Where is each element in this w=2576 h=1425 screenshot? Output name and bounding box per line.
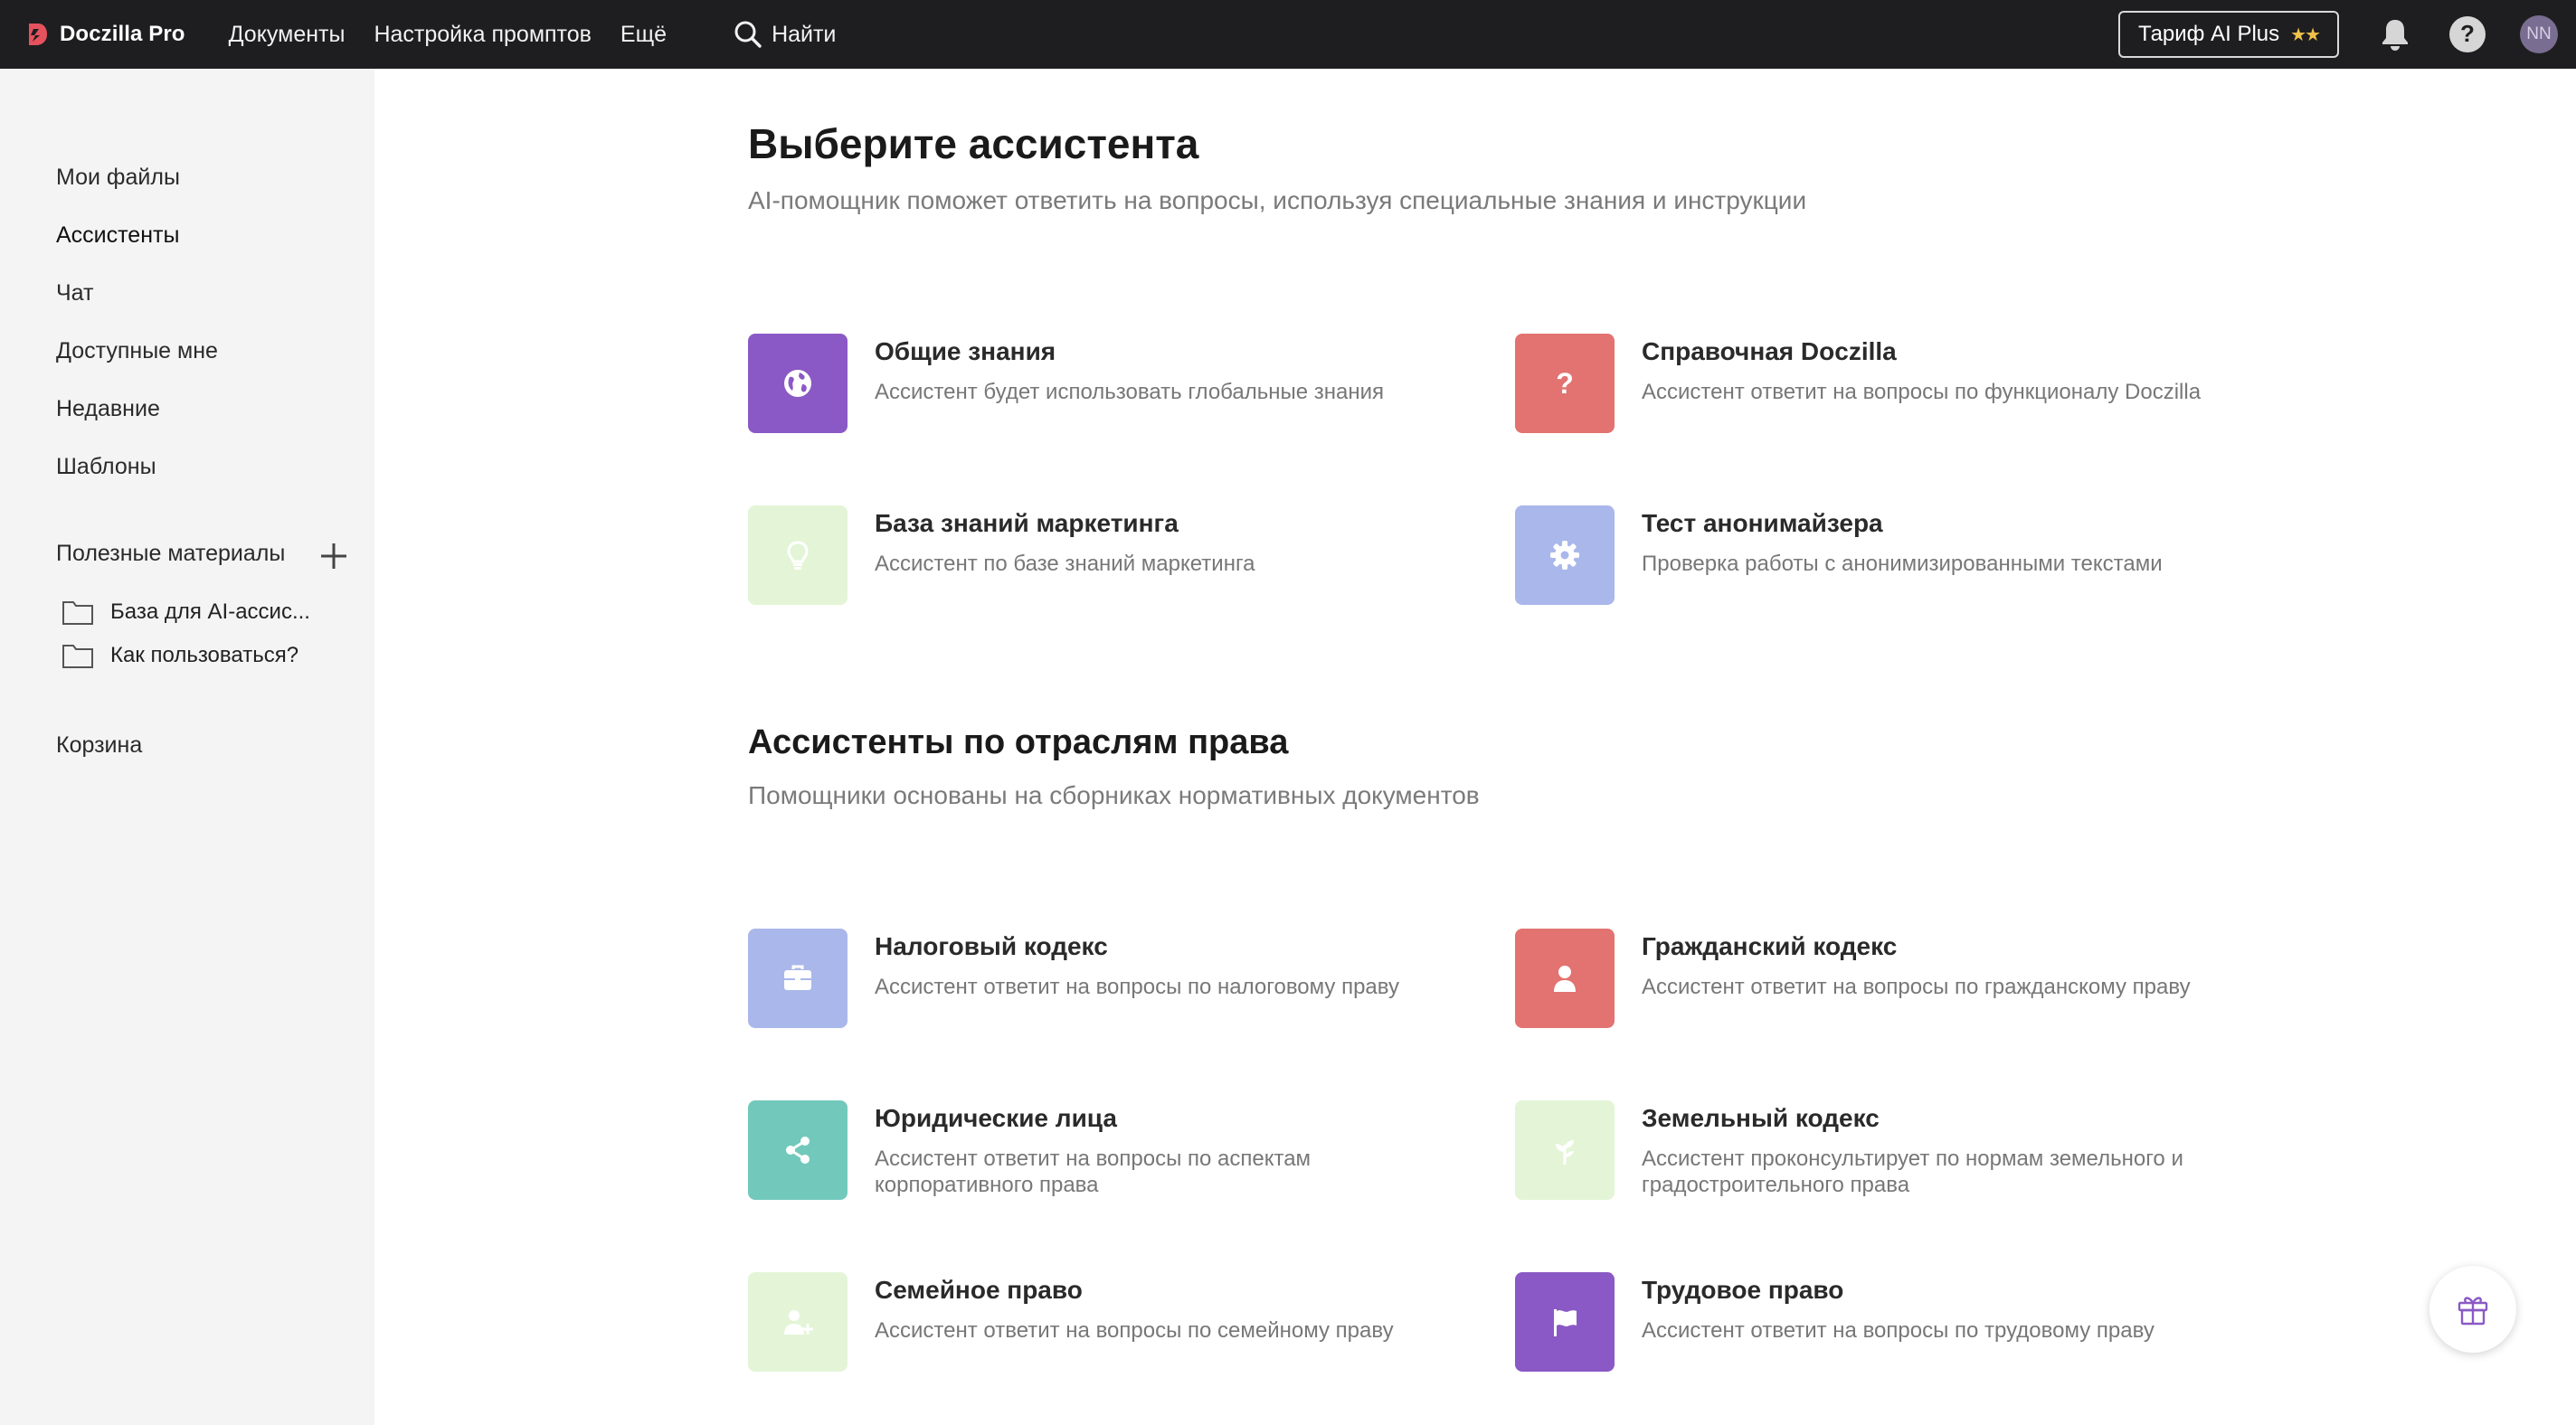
person-icon — [1554, 966, 1576, 992]
card-title: Справочная Doczilla — [1642, 337, 1897, 365]
gift-button[interactable] — [2429, 1266, 2516, 1353]
card-description: Ассистент ответит на вопросы по семейном… — [875, 1318, 1394, 1343]
card-icon-box — [748, 929, 848, 1028]
card-description: Ассистент ответит на вопросы по налогово… — [875, 975, 1399, 999]
sidebar-item-recent[interactable]: Недавние — [56, 396, 160, 422]
share-icon — [786, 1137, 810, 1164]
card-icon-box — [748, 334, 848, 433]
briefcase-icon — [784, 965, 811, 990]
card-description: Ассистент ответит на вопросы по функцион… — [1642, 380, 2202, 404]
add-user-icon — [784, 1310, 813, 1335]
assistant-card-labor-law[interactable]: Трудовое право Ассистент ответит на вопр… — [1515, 1272, 2239, 1381]
top-nav: Документы Настройка промптов Ещё — [229, 22, 696, 48]
card-description: Ассистент будет использовать глобальные … — [875, 380, 1384, 404]
sidebar-item-my-files[interactable]: Мои файлы — [56, 165, 180, 191]
search-button[interactable]: Найти — [732, 18, 836, 51]
add-folder-icon[interactable] — [318, 541, 349, 571]
sidebar-useful-materials[interactable]: Полезные материалы — [56, 541, 285, 567]
sidebar-item-assistants[interactable]: Ассистенты — [56, 222, 179, 249]
card-title: Общие знания — [875, 337, 1056, 365]
card-title: Земельный кодекс — [1642, 1104, 1880, 1132]
section-title-law: Ассистенты по отраслям права — [748, 723, 1289, 761]
avatar[interactable]: NN — [2520, 15, 2558, 53]
tariff-button[interactable]: Тариф AI Plus ★★ — [2118, 11, 2339, 58]
card-title: Тест анонимайзера — [1642, 509, 1883, 537]
tariff-stars: ★★ — [2290, 24, 2321, 45]
card-icon-box — [1515, 1272, 1615, 1372]
main-content: Выберите ассистента AI-помощник поможет … — [374, 69, 2576, 1425]
assistant-card-civil-code[interactable]: Гражданский кодекс Ассистент ответит на … — [1515, 929, 2239, 1037]
card-icon-box — [748, 1100, 848, 1200]
tariff-label: Тариф AI Plus — [2138, 22, 2280, 46]
search-icon — [734, 21, 762, 48]
card-title: Гражданский кодекс — [1642, 932, 1898, 960]
page-title: Выберите ассистента — [748, 120, 1199, 167]
gear-icon — [1550, 541, 1579, 570]
bell-icon[interactable] — [2377, 16, 2413, 52]
folder-icon — [62, 645, 93, 668]
sidebar-item-chat[interactable]: Чат — [56, 280, 93, 307]
assistant-card-marketing[interactable]: База знаний маркетинга Ассистент по базе… — [748, 505, 1472, 614]
svg-text:?: ? — [1556, 367, 1574, 400]
question-icon: ? — [1556, 367, 1574, 400]
card-icon-box — [748, 505, 848, 605]
card-description: Ассистент по базе знаний маркетинга — [875, 552, 1255, 576]
assistant-card-anonymizer[interactable]: Тест анонимайзера Проверка работы с анон… — [1515, 505, 2239, 614]
card-title: Налоговый кодекс — [875, 932, 1108, 960]
card-icon-box — [1515, 1100, 1615, 1200]
nav-documents[interactable]: Документы — [229, 22, 346, 48]
sidebar-item-trash[interactable]: Корзина — [56, 732, 142, 759]
flag-icon — [1554, 1309, 1577, 1336]
sidebar: Мои файлы Ассистенты Чат Доступные мне Н… — [0, 69, 374, 1425]
page-subtitle: AI-помощник поможет ответить на вопросы,… — [748, 186, 1807, 214]
help-icon[interactable]: ? — [2448, 14, 2487, 54]
assistant-card-general-knowledge[interactable]: Общие знания Ассистент будет использоват… — [748, 334, 1472, 442]
nav-more[interactable]: Ещё — [620, 22, 667, 48]
sprout-icon — [1556, 1140, 1574, 1165]
card-description: Ассистент проконсультирует по нормам зем… — [1642, 1147, 2183, 1197]
card-description: Проверка работы с анонимизированными тек… — [1642, 552, 2163, 576]
card-description: Ассистент ответит на вопросы по гражданс… — [1642, 975, 2191, 999]
brand[interactable]: Doczilla Pro — [25, 21, 185, 48]
assistant-card-tax-code[interactable]: Налоговый кодекс Ассистент ответит на во… — [748, 929, 1472, 1037]
card-title: Семейное право — [875, 1276, 1083, 1304]
assistant-card-family-law[interactable]: Семейное право Ассистент ответит на вопр… — [748, 1272, 1472, 1381]
top-right-controls: Тариф AI Plus ★★ ? NN — [2118, 0, 2576, 69]
folder-label: Как пользоваться? — [110, 643, 299, 667]
doczilla-logo-icon — [29, 24, 47, 45]
assistant-card-legal-entities[interactable]: Юридические лица Ассистент ответит на во… — [748, 1100, 1472, 1209]
folder-how-to-use[interactable]: Как пользоваться? — [62, 642, 298, 669]
svg-text:?: ? — [2460, 20, 2475, 47]
app-name: Doczilla Pro — [60, 22, 185, 46]
card-description: Ассистент ответит на вопросы по трудовом… — [1642, 1318, 2155, 1343]
folder-ai-base[interactable]: База для AI-ассис... — [62, 599, 310, 626]
card-title: База знаний маркетинга — [875, 509, 1179, 537]
globe-icon — [784, 370, 811, 397]
card-description: Ассистент ответит на вопросы по аспектам… — [875, 1147, 1312, 1197]
assistant-card-doczilla-help[interactable]: ? Справочная Doczilla Ассистент ответит … — [1515, 334, 2239, 442]
gift-icon — [2458, 1297, 2488, 1326]
assistant-card-land-code[interactable]: Земельный кодекс Ассистент проконсультир… — [1515, 1100, 2239, 1209]
card-icon-box — [1515, 929, 1615, 1028]
card-title: Трудовое право — [1642, 1276, 1844, 1304]
card-icon-box — [1515, 505, 1615, 605]
sidebar-item-shared[interactable]: Доступные мне — [56, 338, 218, 364]
folder-label: База для AI-ассис... — [110, 599, 310, 624]
search-label: Найти — [772, 21, 837, 47]
lightbulb-icon — [787, 541, 809, 570]
folder-icon — [62, 601, 93, 625]
card-icon-box: ? — [1515, 334, 1615, 433]
top-bar: Doczilla Pro Документы Настройка промпто… — [0, 0, 2576, 69]
sidebar-item-templates[interactable]: Шаблоны — [56, 454, 156, 480]
nav-prompt-settings[interactable]: Настройка промптов — [374, 22, 591, 48]
section-subtitle-law: Помощники основаны на сборниках норматив… — [748, 781, 1480, 809]
card-icon-box — [748, 1272, 848, 1372]
card-title: Юридические лица — [875, 1104, 1117, 1132]
